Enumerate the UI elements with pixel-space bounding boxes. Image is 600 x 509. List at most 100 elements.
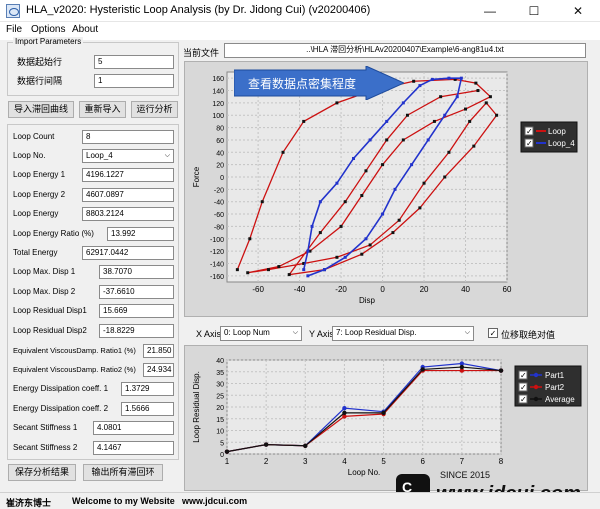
- start-row-input[interactable]: 5: [94, 55, 174, 69]
- y-tick-label: 0: [220, 175, 224, 182]
- y-axis-value: 7: Loop Residual Disp.: [336, 328, 417, 337]
- close-button[interactable]: ✕: [556, 0, 600, 22]
- data-point: [381, 410, 386, 416]
- y-tick-label: 0: [220, 452, 224, 459]
- data-point: [343, 200, 347, 204]
- data-point: [318, 200, 322, 204]
- data-point: [401, 101, 405, 105]
- data-point: [393, 187, 397, 191]
- data-point: [287, 273, 291, 277]
- menu-file[interactable]: File: [6, 24, 22, 35]
- data-point: [266, 268, 270, 272]
- data-point: [335, 255, 339, 259]
- data-point: [430, 77, 434, 81]
- minimize-button[interactable]: —: [468, 0, 512, 22]
- data-point: [418, 206, 422, 210]
- y-tick-label: 40: [216, 358, 224, 365]
- title-bar: HLA_v2020: Hysteristic Loop Analysis (by…: [0, 0, 600, 22]
- check-icon: ✓: [526, 139, 533, 148]
- x-tick-label: 60: [503, 285, 512, 294]
- y-tick-label: -80: [214, 224, 224, 231]
- data-point: [277, 265, 281, 269]
- result-label: Loop No.: [13, 151, 46, 160]
- result-value: 13.992: [107, 227, 174, 241]
- data-point: [281, 150, 285, 154]
- y-tick-label: 140: [212, 89, 224, 96]
- data-point: [420, 367, 425, 372]
- result-value: 1.5666: [121, 402, 174, 416]
- y-axis-title: Force: [192, 166, 201, 187]
- start-row-label: 数据起始行: [17, 57, 63, 67]
- x-tick-label: 4: [342, 457, 347, 466]
- x-axis-select[interactable]: 0: Loop Num ⌵: [220, 326, 302, 341]
- data-point: [381, 212, 385, 216]
- x-tick-label: 3: [303, 457, 308, 466]
- run-analysis-button[interactable]: 运行分析: [131, 101, 178, 118]
- result-label: Loop Count: [13, 132, 55, 141]
- window-title: HLA_v2020: Hysteristic Loop Analysis (by…: [26, 4, 371, 16]
- result-label: Secant Stiffness 2: [13, 443, 78, 452]
- result-label: Loop Max. Disp 1: [13, 267, 76, 276]
- maximize-button[interactable]: ☐: [512, 0, 556, 22]
- result-value: 15.669: [99, 304, 174, 318]
- check-icon: ✓: [526, 127, 533, 136]
- data-point: [426, 138, 430, 142]
- y-tick-label: -100: [210, 237, 224, 244]
- y-tick-label: 160: [212, 76, 224, 83]
- legend-label: Loop: [548, 127, 566, 136]
- x-tick-label: 5: [381, 457, 386, 466]
- x-tick-label: -20: [335, 285, 347, 294]
- save-results-button[interactable]: 保存分析结果: [8, 464, 76, 481]
- app-icon: [6, 4, 20, 18]
- result-label: Equivalent ViscousDamp. Ratio2 (%): [13, 365, 136, 374]
- result-value: -18.8229: [99, 324, 174, 338]
- data-point: [364, 169, 368, 173]
- y-tick-label: -140: [210, 261, 224, 268]
- y-tick-label: 20: [216, 405, 224, 412]
- import-curve-button[interactable]: 导入滞回曲线: [8, 101, 74, 118]
- result-value: 4.1467: [93, 441, 174, 455]
- banner-arrow: 查看数据点密集程度: [234, 66, 404, 100]
- data-point: [405, 113, 409, 117]
- chevron-down-icon: ⌵: [464, 329, 470, 336]
- hysteresis-plot[interactable]: -60 -40 -20 0 20 40 60 -160 -140 -120 -100 -80 -60 -4…: [185, 62, 587, 316]
- y-axis-select[interactable]: 7: Loop Residual Disp. ⌵: [332, 326, 474, 341]
- status-welcome: Welcome to my Website: [72, 496, 175, 506]
- y-tick-label: -20: [214, 187, 224, 194]
- data-point: [263, 442, 269, 447]
- data-point: [484, 101, 488, 105]
- x-tick-label: -40: [294, 285, 306, 294]
- loop-no-value: Loop_4: [86, 151, 113, 160]
- y-tick-label: 60: [216, 138, 224, 145]
- result-value: -37.6610: [99, 285, 174, 299]
- data-point: [459, 76, 463, 80]
- loop-no-select[interactable]: Loop_4 ⌵: [82, 149, 174, 163]
- export-loops-button[interactable]: 输出所有滞回环: [83, 464, 163, 481]
- result-value: 4607.0897: [82, 188, 174, 202]
- legend-label: Loop_4: [548, 139, 575, 148]
- result-value: 1.3729: [121, 382, 174, 396]
- data-point: [401, 138, 405, 142]
- x-axis-title: Disp: [359, 296, 376, 305]
- check-icon: ✓: [520, 395, 527, 404]
- y-tick-label: -40: [214, 200, 224, 207]
- result-label: Energy Dissipation coeff. 1: [13, 384, 109, 393]
- legend-label: Average: [545, 395, 575, 404]
- result-label: Loop Residual Disp2: [13, 326, 87, 335]
- data-point: [439, 95, 443, 99]
- menu-options[interactable]: Options: [31, 24, 65, 35]
- data-point: [248, 237, 252, 241]
- result-value: 4.0801: [93, 421, 174, 435]
- abs-disp-checkbox[interactable]: ✓: [488, 328, 498, 338]
- data-point: [495, 113, 499, 117]
- x-tick-label: 40: [461, 285, 470, 294]
- data-point: [447, 150, 451, 154]
- status-bar: 崔济东博士 Welcome to my Website www.jdcui.co…: [0, 492, 600, 509]
- data-point: [447, 76, 451, 80]
- data-point: [385, 119, 389, 123]
- reimport-button[interactable]: 重新导入: [79, 101, 126, 118]
- interval-input[interactable]: 1: [94, 74, 174, 88]
- legend-label: Part2: [545, 383, 565, 392]
- menu-about[interactable]: About: [72, 24, 98, 35]
- data-point: [385, 138, 389, 142]
